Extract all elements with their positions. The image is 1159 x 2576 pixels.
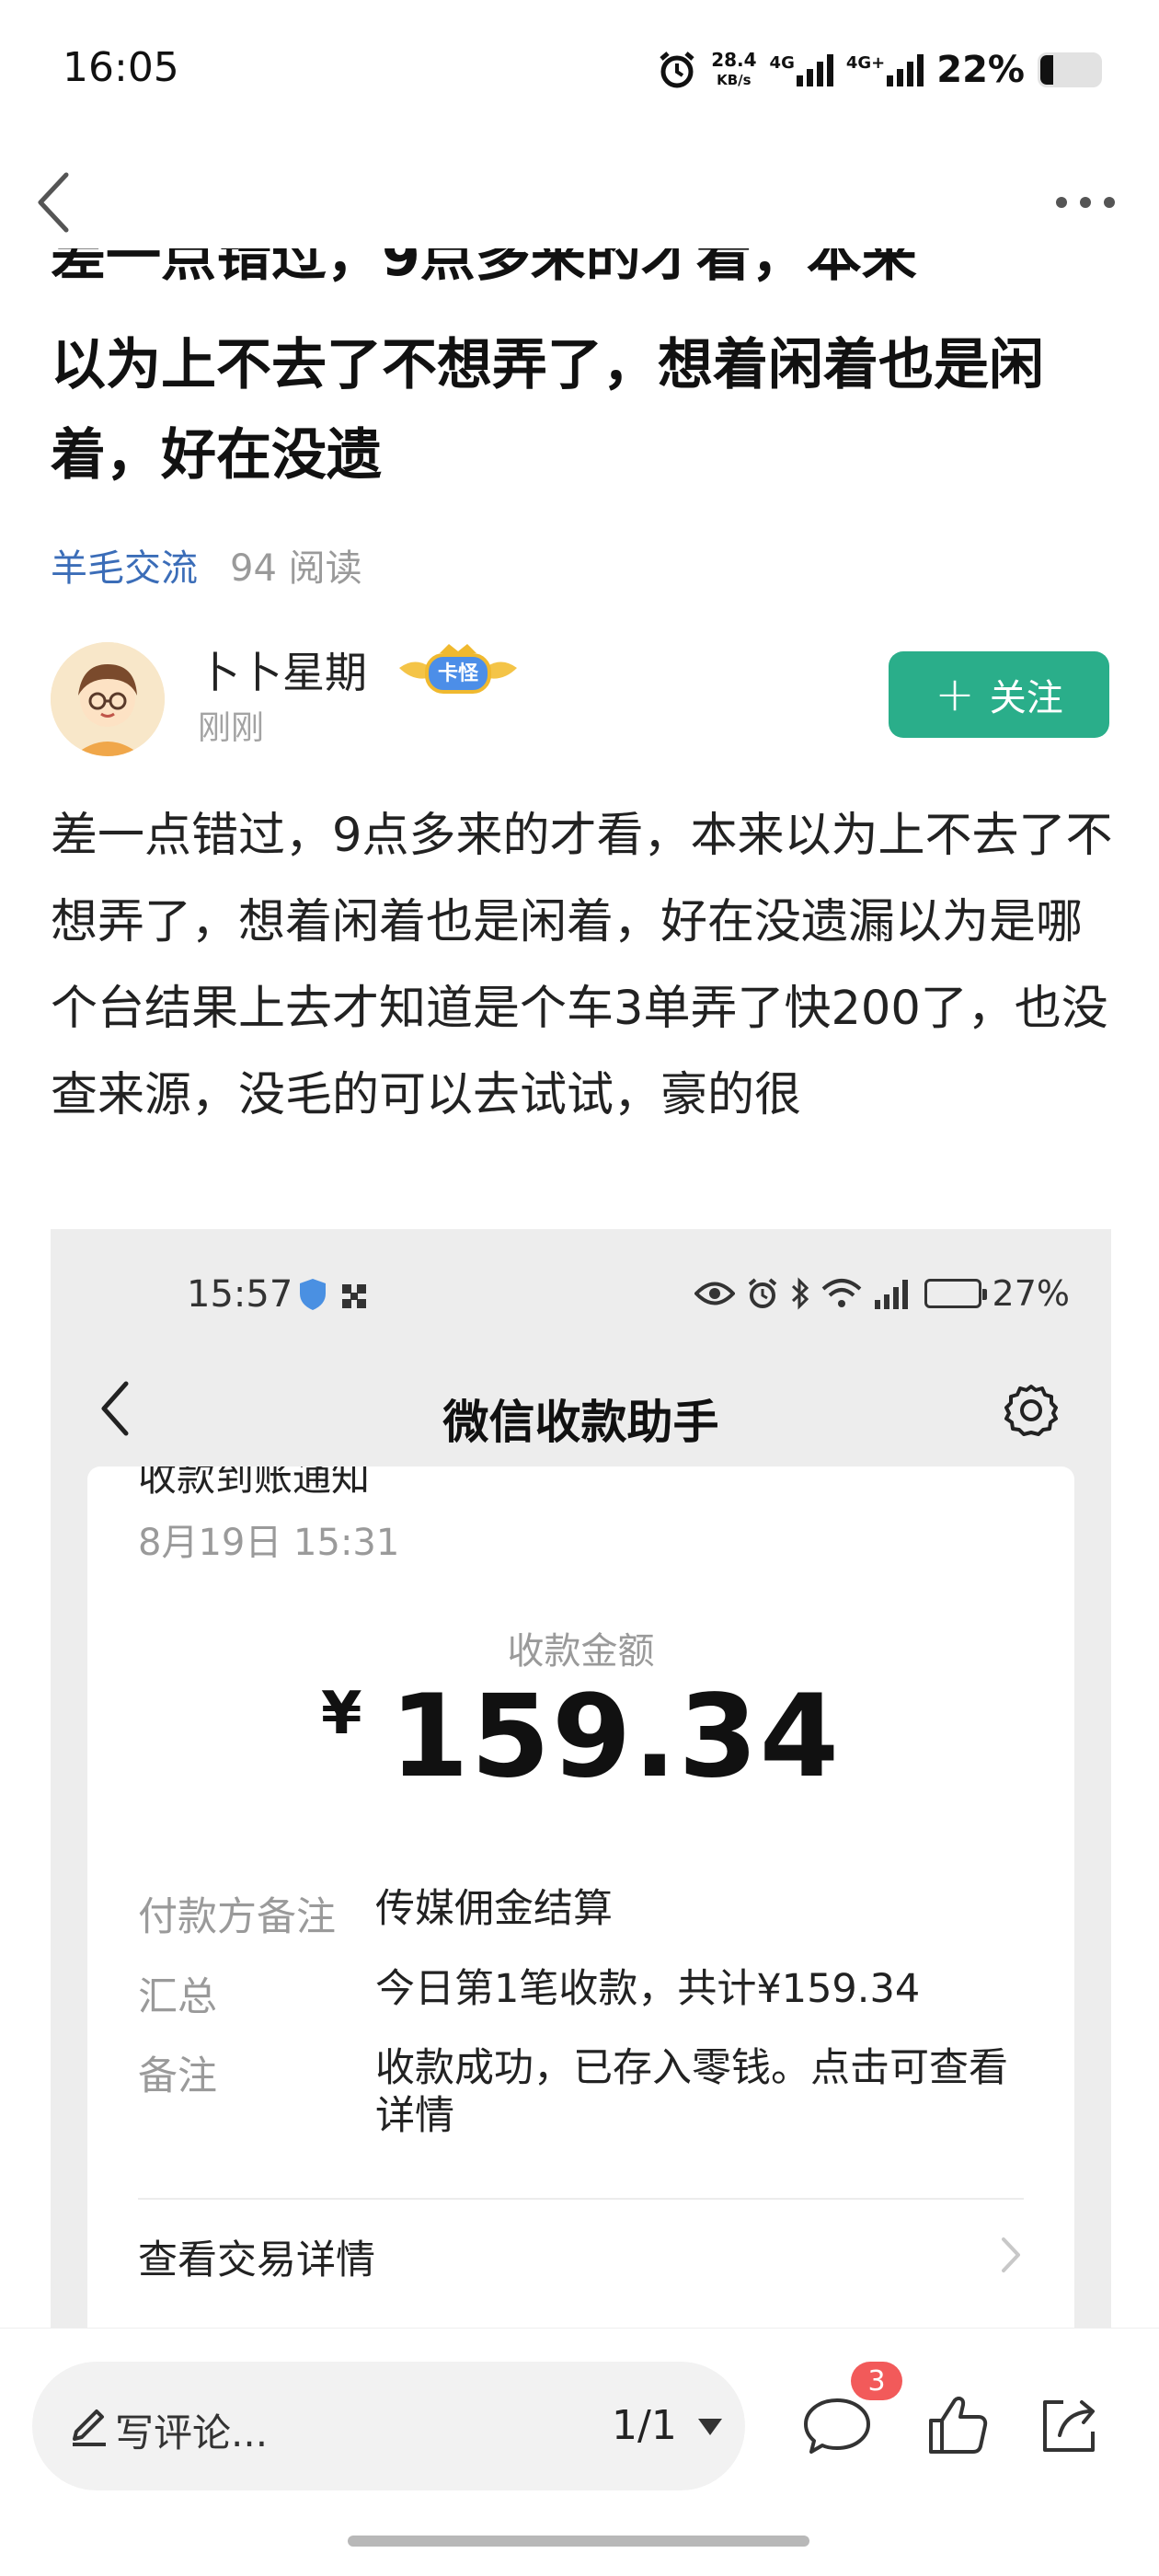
amount: ¥159.34 — [87, 1671, 1074, 1803]
page-indicator[interactable]: 1/1 — [612, 2402, 677, 2449]
embedded-status-time: 15:57 — [187, 1273, 293, 1316]
comment-icon[interactable] — [800, 2389, 874, 2463]
detail-value: 收款成功，已存入零钱。点击可查看详情 — [375, 2045, 1008, 2139]
divider — [138, 2198, 1024, 2200]
detail-row: 付款方备注 传媒佣金结算 — [138, 1885, 1039, 1942]
detail-key: 汇总 — [138, 1974, 217, 2020]
title-partial-line: 差一点错过，9点多来的才看，本来 — [51, 248, 917, 289]
embedded-header-title: 微信收款助手 — [442, 1396, 719, 1449]
net-speed: 28.4 KB/s — [711, 49, 757, 88]
comment-placeholder: 写评论... — [115, 2410, 269, 2455]
signal-icon — [874, 1280, 908, 1309]
currency-symbol: ¥ — [320, 1680, 362, 1748]
embedded-battery-percent: 27% — [992, 1273, 1070, 1314]
embedded-screenshot[interactable]: 15:57 27% 微信收款助手 收款到账通知 8月19日 15:31 收款金额… — [51, 1229, 1111, 2333]
eye-icon — [694, 1282, 735, 1305]
alarm-icon — [660, 52, 694, 88]
shield-icon — [300, 1279, 326, 1310]
chevron-left-icon[interactable] — [28, 167, 83, 237]
view-details-link: 查看交易详情 — [138, 2237, 375, 2283]
top-nav — [0, 156, 1159, 248]
card-heading: 收款到账通知 — [138, 1466, 371, 1500]
topic-tag[interactable]: 羊毛交流 — [51, 538, 198, 592]
chevron-right-icon — [1002, 2237, 1020, 2272]
author-name[interactable]: 卜卜星期 — [198, 639, 367, 700]
comment-count-badge: 3 — [851, 2362, 902, 2400]
level-badge: 卡怪 — [399, 644, 517, 694]
follow-button[interactable]: + 关注 — [889, 651, 1109, 738]
comment-input[interactable]: 写评论... 1/1 — [32, 2362, 745, 2490]
bluetooth-icon — [791, 1277, 809, 1310]
wifi-icon — [821, 1279, 861, 1307]
amount-label: 收款金额 — [507, 1630, 655, 1673]
detail-key: 付款方备注 — [138, 1894, 336, 1940]
detail-row: 备注 收款成功，已存入零钱。点击可查看详情 — [138, 2044, 1039, 2140]
sim2-signal: 4G+ — [846, 53, 924, 86]
signal-icon — [887, 54, 924, 86]
article-body: 差一点错过，9点多来的才看，本来以为上不去了不想弄了，想着闲着也是闲着，好在没遗… — [51, 809, 1113, 1122]
battery-icon — [924, 1279, 987, 1308]
detail-value: 传媒佣金结算 — [375, 1886, 613, 1932]
article-title: 以为上不去了不想弄了，想着闲着也是闲着，好在没遗 — [51, 333, 1044, 488]
pen-icon — [73, 2409, 106, 2446]
alarm-icon — [748, 1278, 776, 1308]
battery-icon — [1038, 52, 1102, 87]
gear-icon — [1004, 1385, 1058, 1436]
badge-label: 卡怪 — [438, 662, 479, 685]
embedded-status-icons: 27% — [694, 1273, 1070, 1314]
plus-icon: + — [935, 667, 975, 722]
scan-icon — [342, 1284, 366, 1308]
detail-row: 汇总 今日第1笔收款，共计¥159.34 — [138, 1965, 1039, 2022]
article-meta: 羊毛交流 94 阅读 — [51, 538, 362, 592]
embedded-status-bar: 15:57 27% — [51, 1229, 1111, 1340]
amount-value: 159.34 — [389, 1671, 842, 1803]
home-indicator[interactable] — [348, 2536, 809, 2547]
read-count: 94 阅读 — [230, 547, 362, 590]
battery-percent: 22% — [936, 49, 1025, 91]
post-time: 刚刚 — [198, 709, 265, 747]
follow-label: 关注 — [989, 677, 1063, 719]
card-date: 8月19日 15:31 — [138, 1522, 400, 1564]
avatar-image — [51, 642, 165, 756]
status-time: 16:05 — [63, 44, 179, 91]
payment-card: 收款到账通知 8月19日 15:31 收款金额 ¥159.34 付款方备注 传媒… — [87, 1466, 1074, 2333]
embedded-header: 微信收款助手 — [51, 1340, 1111, 1478]
signal-icon — [796, 54, 833, 86]
share-icon[interactable] — [1032, 2389, 1106, 2463]
status-icons: 28.4 KB/s 4G 4G+ 22% — [656, 44, 1102, 96]
like-icon[interactable] — [920, 2389, 993, 2463]
sim1-signal: 4G — [770, 53, 833, 86]
more-dots-icon[interactable] — [1049, 179, 1122, 225]
status-bar: 16:05 28.4 KB/s 4G 4G+ 22% — [0, 0, 1159, 138]
caret-down-icon[interactable] — [696, 2417, 724, 2437]
detail-key: 备注 — [138, 2053, 217, 2099]
avatar[interactable] — [51, 642, 165, 756]
detail-value: 今日第1笔收款，共计¥159.34 — [375, 1966, 921, 2012]
